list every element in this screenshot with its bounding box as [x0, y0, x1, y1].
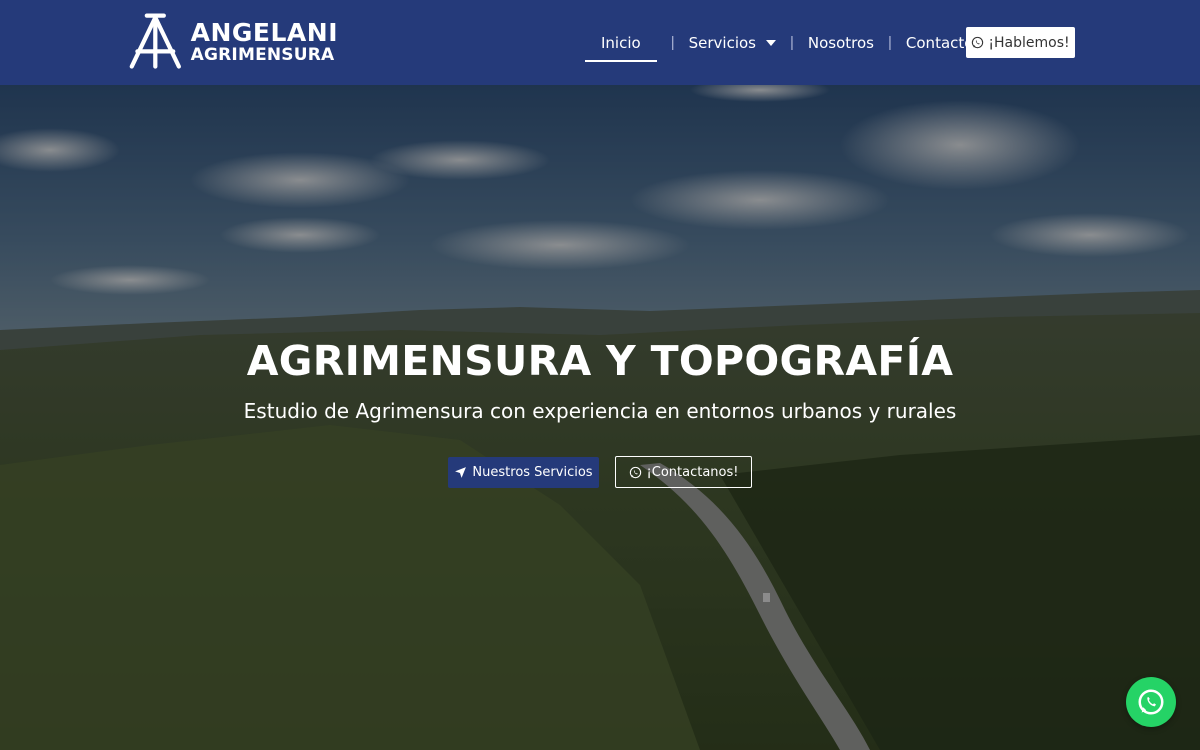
nav-item-inicio[interactable]: Inicio [585, 0, 657, 85]
nav-item-contacto[interactable]: Contacto [906, 0, 974, 85]
whatsapp-icon [629, 466, 641, 478]
nuestros-servicios-label: Nuestros Servicios [472, 465, 593, 480]
nav-item-label: Servicios [688, 33, 756, 52]
nav-item-label: Nosotros [807, 33, 874, 52]
paper-plane-icon [455, 467, 467, 478]
nav-separator: | [789, 34, 794, 51]
nav-item-label: Contacto [905, 33, 974, 52]
main-nav: Inicio | Servicios | Nosotros | Contacto [585, 0, 973, 85]
hero-subtitle: Estudio de Agrimensura con experiencia e… [243, 399, 957, 423]
nav-separator: | [888, 34, 892, 51]
hero-title: AGRIMENSURA Y TOPOGRAFÍA [246, 337, 954, 385]
whatsapp-icon [1138, 689, 1164, 715]
brand-name: ANGELANI [190, 18, 338, 47]
hablemos-button[interactable]: ¡Hablemos! [966, 27, 1075, 58]
nuestros-servicios-button[interactable]: Nuestros Servicios [448, 457, 599, 488]
chevron-down-icon [765, 39, 776, 46]
brand-logo[interactable]: ANGELANI AGRIMENSURA [128, 12, 338, 72]
contactanos-label: ¡Contactanos! [646, 464, 739, 480]
compass-a-icon [129, 13, 181, 69]
hero-section: AGRIMENSURA Y TOPOGRAFÍA Estudio de Agri… [0, 85, 1200, 750]
nav-item-label: Inicio [601, 33, 641, 52]
hablemos-label: ¡Hablemos! [988, 34, 1070, 51]
contactanos-button[interactable]: ¡Contactanos! [615, 456, 752, 488]
nav-item-servicios[interactable]: Servicios [689, 0, 776, 85]
nav-item-nosotros[interactable]: Nosotros [808, 0, 874, 85]
whatsapp-icon [972, 36, 984, 49]
whatsapp-float-button[interactable] [1126, 677, 1176, 727]
brand-tagline: AGRIMENSURA [190, 45, 335, 65]
nav-separator: | [670, 34, 675, 51]
brand-wordmark: ANGELANI AGRIMENSURA [191, 20, 338, 64]
site-header: ANGELANI AGRIMENSURA Inicio | Servicios … [0, 0, 1200, 85]
